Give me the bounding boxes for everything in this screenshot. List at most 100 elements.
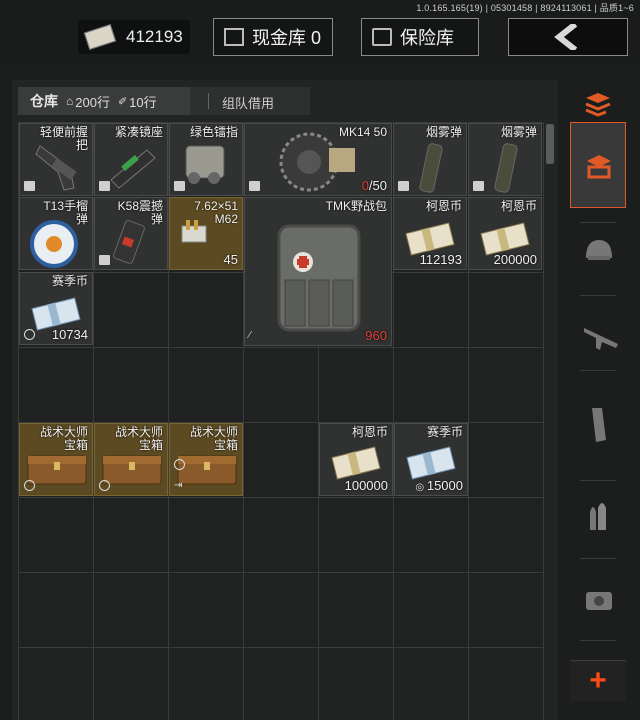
tab-divider: [208, 93, 209, 109]
banknote-stack-icon: [31, 297, 81, 331]
smoke-grenade-icon: [494, 143, 518, 193]
banknote-stack-icon: [480, 222, 530, 256]
item-name: 赛季币: [51, 274, 88, 288]
tab-warehouse-category[interactable]: [570, 122, 626, 208]
item-ammo-762[interactable]: 7.62×51 M62 45: [169, 197, 243, 270]
backpack-icon: [277, 224, 361, 332]
safe-label: 保险库: [400, 28, 454, 48]
item-name: 紧凑镜座: [114, 125, 163, 139]
item-t13-grenade[interactable]: T13手榴 弹: [19, 197, 93, 270]
item-name: 战术大师 宝箱: [39, 425, 88, 452]
layers-icon[interactable]: [582, 90, 616, 118]
home-icon: ⌂: [66, 94, 74, 108]
mag-total: /50: [368, 178, 387, 193]
item-quantity: 112193: [419, 252, 462, 267]
rifle-icon[interactable]: [582, 320, 622, 354]
backpack-value: 960: [365, 328, 387, 343]
banknote-stack-icon: [331, 446, 381, 480]
item-k58-grenade[interactable]: K58震撼 弹: [94, 197, 168, 270]
tab-team-borrow[interactable]: 组队借用: [222, 93, 274, 112]
item-koen-coin[interactable]: 柯恩币 112193: [393, 197, 467, 270]
box-icon: [24, 181, 35, 191]
item-koen-coin[interactable]: 柯恩币 100000: [319, 423, 393, 496]
item-name: 战术大师 宝箱: [189, 425, 238, 452]
currency-display: 412193: [78, 20, 190, 54]
item-quantity: 100000: [344, 478, 388, 493]
item-quantity: 960: [365, 328, 387, 343]
item-name: 轻便前握 把: [39, 125, 88, 152]
item-quantity: 0/50: [362, 178, 387, 193]
item-name: T13手榴 弹: [43, 199, 88, 226]
safe-icon: [372, 28, 392, 46]
divider: [580, 222, 616, 223]
banknote-stack-icon: [405, 222, 455, 256]
box-icon: [398, 181, 409, 191]
season-coin-icon: ◎: [415, 482, 427, 493]
cash-vault-button[interactable]: 现金库 0: [213, 18, 333, 56]
exit-icon: ⇥: [174, 480, 183, 491]
item-name: 战术大师 宝箱: [114, 425, 163, 452]
tab-warehouse[interactable]: 仓库 ⌂ 200行 ✐ 10行: [18, 87, 190, 115]
category-sidebar: +: [568, 80, 630, 720]
cash-vault-label: 现金库 0: [252, 28, 322, 48]
item-mk14-magazine[interactable]: MK14 50 0/50: [244, 123, 392, 196]
timer-icon: [174, 459, 185, 470]
box-icon: [99, 255, 110, 265]
season-coin-icon: [24, 329, 35, 340]
item-name: 7.62×51 M62: [194, 199, 238, 226]
item-foregrip[interactable]: 轻便前握 把: [19, 123, 93, 196]
back-button[interactable]: [508, 18, 628, 56]
item-koen-coin[interactable]: 柯恩币 200000: [468, 197, 542, 270]
item-name: K58震撼 弹: [117, 199, 163, 226]
item-smoke-grenade[interactable]: 烟雾弹: [393, 123, 467, 196]
item-name: MK14 50: [338, 125, 387, 139]
item-name: 柯恩币: [351, 425, 388, 439]
box-icon: [174, 181, 185, 191]
scope-mount-icon: [110, 149, 156, 189]
sight-icon[interactable]: [582, 584, 616, 618]
item-tactical-chest[interactable]: 战术大师 宝箱 ⇥: [169, 423, 243, 496]
plus-icon[interactable]: +: [570, 660, 626, 701]
rows-count: 200行: [75, 94, 110, 110]
item-name: 绿色镭指: [189, 125, 238, 139]
durability-icon: ⁄: [249, 330, 251, 341]
helmet-icon[interactable]: [582, 236, 616, 266]
item-tmk-backpack[interactable]: TMK野战包 ⁄ 960: [244, 197, 392, 346]
warehouse-tabbar: 仓库 ⌂ 200行 ✐ 10行 组队借用: [18, 87, 310, 115]
item-name: 柯恩币: [425, 199, 462, 213]
item-tactical-chest[interactable]: 战术大师 宝箱: [94, 423, 168, 496]
magazine-icon[interactable]: [582, 406, 612, 444]
item-name: 柯恩币: [500, 199, 537, 213]
item-season-coin[interactable]: 赛季币 10734: [19, 272, 93, 345]
warehouse-icon: [587, 155, 611, 179]
version-text: 1.0.165.165(19) | 05301458 | 8924113061 …: [416, 3, 634, 13]
divider: [580, 640, 616, 641]
timer-icon: [24, 480, 35, 491]
pin-icon: ✐: [117, 95, 128, 108]
top-bar: 1.0.165.165(19) | 05301458 | 8924113061 …: [0, 0, 640, 64]
divider: [580, 370, 616, 371]
divider: [580, 295, 616, 296]
item-green-laser[interactable]: 绿色镭指: [169, 123, 243, 196]
timer-icon: [99, 480, 110, 491]
item-tactical-chest[interactable]: 战术大师 宝箱: [19, 423, 93, 496]
item-season-coin[interactable]: 赛季币 ◎ 15000: [394, 423, 468, 496]
safe-button[interactable]: 保险库: [361, 18, 479, 56]
cash-icon: [83, 24, 117, 50]
box-icon: [473, 181, 484, 191]
ammo-icon[interactable]: [582, 498, 612, 534]
item-scope-mount[interactable]: 紧凑镜座: [94, 123, 168, 196]
item-name: 烟雾弹: [500, 125, 537, 139]
warehouse-label: 仓库: [30, 93, 58, 109]
box-icon: [99, 181, 110, 191]
banknote-stack-icon: [406, 446, 456, 480]
box-icon: [249, 181, 260, 191]
grid-scrollbar[interactable]: [546, 124, 554, 164]
item-quantity: 10734: [51, 327, 88, 342]
item-name: 烟雾弹: [425, 125, 462, 139]
currency-value: 412193: [126, 27, 183, 46]
divider: [580, 480, 616, 481]
chevron-left-icon: [554, 24, 578, 50]
item-name: TMK野战包: [325, 199, 387, 213]
item-smoke-grenade[interactable]: 烟雾弹: [468, 123, 542, 196]
